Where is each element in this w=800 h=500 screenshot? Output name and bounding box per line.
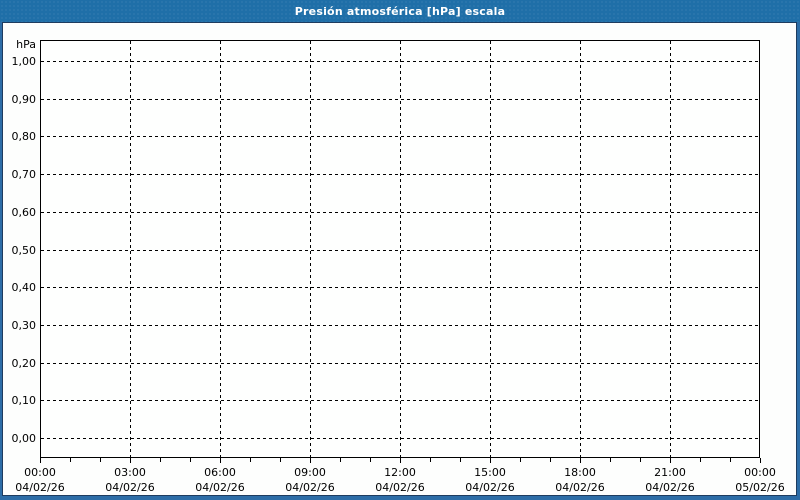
y-axis-tick-label: 0,10 [11,394,37,407]
x-axis-minor-tick [520,458,521,462]
y-axis-tick-label: 0,70 [11,168,37,181]
x-axis-minor-tick [100,458,101,462]
x-axis-date-label: 04/02/26 [285,481,335,494]
x-axis-minor-tick [460,458,461,462]
x-gridline [130,41,131,457]
x-axis-minor-tick [730,458,731,462]
chart-title: Presión atmosférica [hPa] escala [294,4,506,18]
x-axis-minor-tick [250,458,251,462]
x-gridline [490,41,491,457]
x-axis-time-label: 09:00 [294,466,326,479]
x-axis-minor-tick [640,458,641,462]
y-axis-tick-label: 0,30 [11,319,37,332]
x-axis-major-tick [400,458,401,463]
x-axis-major-tick [670,458,671,463]
x-axis-minor-tick [70,458,71,462]
y-axis-tick-label: 0,50 [11,244,37,257]
y-axis-tick-label: 0,60 [11,206,37,219]
x-gridline [310,41,311,457]
x-axis-minor-tick [280,458,281,462]
chart-window: Presión atmosférica [hPa] escala hPa 1,0… [0,0,800,500]
x-axis-time-label: 18:00 [564,466,596,479]
y-axis-tick-label: 0,20 [11,357,37,370]
plot-grid-layer [41,41,759,457]
x-axis-date-label: 04/02/26 [465,481,515,494]
x-gridline [670,41,671,457]
y-axis-tick-label: 0,80 [11,130,37,143]
x-axis-date-label: 05/02/26 [735,481,785,494]
x-axis-time-label: 00:00 [744,466,776,479]
x-axis-time-label: 15:00 [474,466,506,479]
x-axis-major-tick [220,458,221,463]
x-axis-date-label: 04/02/26 [375,481,425,494]
x-axis-date-label: 04/02/26 [105,481,155,494]
x-axis-time-label: 03:00 [114,466,146,479]
y-axis-tick-label: 0,90 [11,93,37,106]
chart-title-bar: Presión atmosférica [hPa] escala [0,0,800,22]
chart-content-area: hPa 1,00 0,90 0,80 0,70 0,60 0,50 0,40 0,30 0,20… [2,22,797,496]
y-axis-unit-label: hPa [16,38,36,51]
x-axis-major-tick [580,458,581,463]
x-axis-date-label: 04/02/26 [555,481,605,494]
y-axis-tick-label: 1,00 [11,55,37,68]
x-axis-time-label: 06:00 [204,466,236,479]
x-axis-minor-tick [160,458,161,462]
x-axis-minor-tick [370,458,371,462]
x-axis-date-label: 04/02/26 [645,481,695,494]
y-axis-tick-label: 0,40 [11,281,37,294]
x-axis-minor-tick [610,458,611,462]
x-axis-minor-tick [190,458,191,462]
x-axis-major-tick [490,458,491,463]
x-axis-minor-tick [340,458,341,462]
x-axis-time-label: 00:00 [24,466,56,479]
x-axis-major-tick [310,458,311,463]
x-axis-minor-tick [700,458,701,462]
x-gridline [220,41,221,457]
x-axis-minor-tick [550,458,551,462]
x-axis-major-tick [130,458,131,463]
x-axis-date-label: 04/02/26 [15,481,65,494]
x-axis-date-label: 04/02/26 [195,481,245,494]
x-axis-time-label: 21:00 [654,466,686,479]
x-gridline [400,41,401,457]
y-axis-tick-label: 0,00 [11,432,37,445]
plot-area[interactable] [40,40,760,458]
x-axis-minor-tick [430,458,431,462]
x-axis-major-tick [40,458,41,463]
x-axis-time-label: 12:00 [384,466,416,479]
x-gridline [580,41,581,457]
x-axis-major-tick [760,458,761,463]
